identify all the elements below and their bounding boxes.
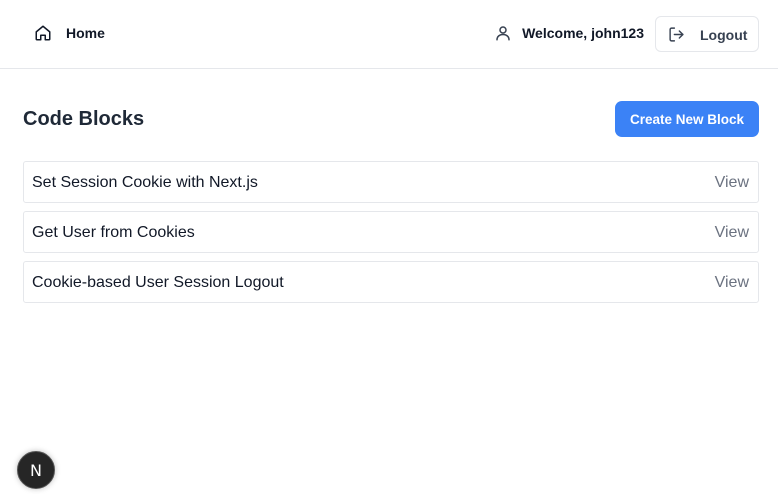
home-label: Home: [66, 25, 105, 41]
logout-button[interactable]: Logout: [655, 16, 759, 52]
code-block-list: Set Session Cookie with Next.js View Get…: [23, 161, 759, 311]
view-link[interactable]: View: [715, 224, 749, 242]
view-link[interactable]: View: [715, 274, 749, 292]
home-icon: [34, 24, 52, 42]
page-title: Code Blocks: [23, 108, 145, 130]
create-new-block-button[interactable]: Create New Block: [615, 101, 759, 137]
user-icon: [494, 24, 512, 42]
logout-label: Logout: [700, 27, 748, 43]
block-title: Cookie-based User Session Logout: [32, 274, 284, 291]
block-title: Set Session Cookie with Next.js: [32, 174, 258, 191]
list-item: Set Session Cookie with Next.js View: [23, 161, 759, 203]
nextjs-dev-badge[interactable]: N: [17, 451, 55, 489]
logout-icon: [668, 26, 685, 43]
home-link[interactable]: Home: [34, 24, 105, 42]
view-link[interactable]: View: [715, 174, 749, 192]
nextjs-logo-icon: N: [30, 460, 42, 480]
welcome-text: Welcome, john123: [522, 25, 644, 41]
list-item: Get User from Cookies View: [23, 211, 759, 253]
app-header: Home Welcome, john123 Logout: [0, 0, 778, 69]
block-title: Get User from Cookies: [32, 224, 195, 241]
user-greeting: Welcome, john123: [494, 24, 644, 42]
list-item: Cookie-based User Session Logout View: [23, 261, 759, 303]
